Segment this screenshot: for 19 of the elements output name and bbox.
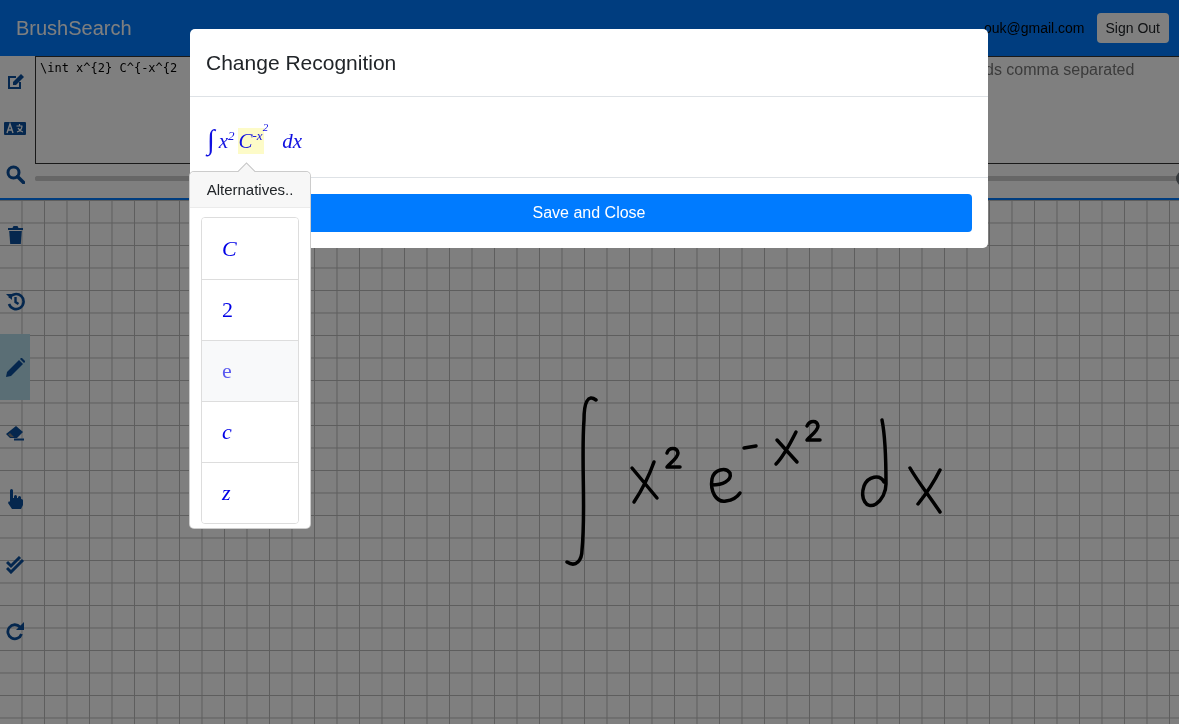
translate-icon <box>4 121 26 135</box>
formula-symbol[interactable]: dx <box>281 129 303 154</box>
trash-icon <box>7 226 23 244</box>
edit-icon <box>5 72 25 90</box>
double-check-icon <box>5 556 25 574</box>
user-email: ouk@gmail.com <box>983 20 1085 36</box>
alternative-option[interactable]: e <box>202 340 298 401</box>
toolbar-button[interactable] <box>0 334 30 400</box>
redo-icon <box>6 621 24 641</box>
history-icon <box>5 291 25 311</box>
sign-out-button[interactable]: Sign Out <box>1096 13 1169 43</box>
formula-symbol[interactable]: C$^{-x}$ <box>237 128 264 154</box>
hand-pointer-icon <box>7 489 23 509</box>
alternative-option[interactable]: z <box>202 462 298 523</box>
pencil-icon <box>5 357 25 377</box>
dialog-title: Change Recognition <box>206 50 397 75</box>
search-icon <box>5 165 25 185</box>
formula-symbol[interactable]: x$^{2}$ <box>217 128 236 154</box>
eraser-icon <box>5 425 25 441</box>
